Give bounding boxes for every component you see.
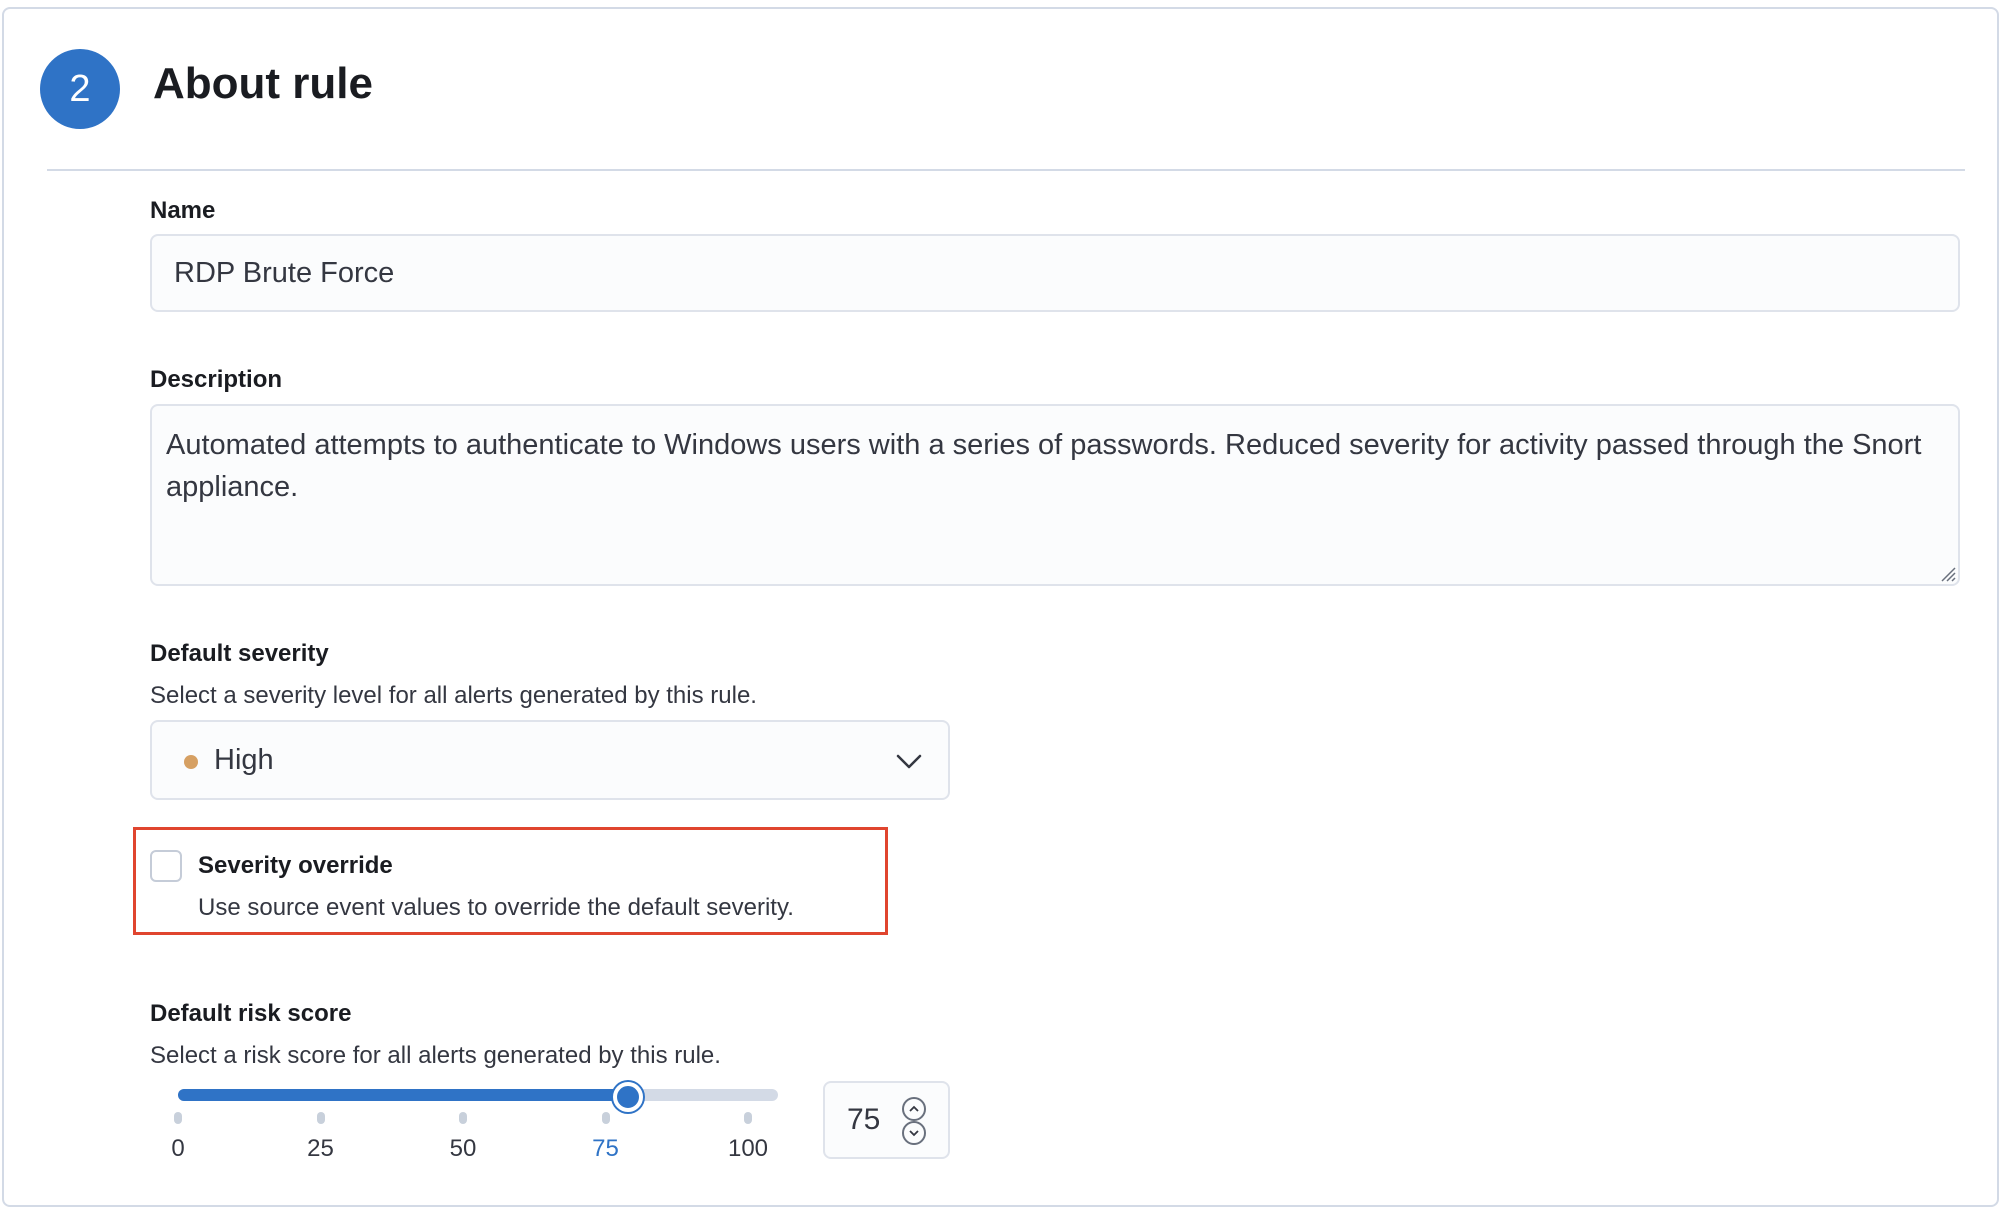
severity-selected-value: High: [214, 744, 274, 776]
resize-grip-icon[interactable]: [1938, 564, 1956, 582]
slider-tick: [316, 1112, 325, 1124]
increment-icon[interactable]: [902, 1097, 926, 1121]
step-title: About rule: [153, 59, 373, 108]
severity-dot-icon: [184, 755, 198, 769]
slider-tick: [744, 1112, 752, 1124]
default-severity-label: Default severity: [150, 640, 329, 667]
risk-score-number-input[interactable]: 75: [823, 1081, 950, 1159]
slider-tick-label[interactable]: 0: [171, 1135, 184, 1163]
slider-tick-label[interactable]: 25: [307, 1135, 334, 1163]
name-input[interactable]: [150, 234, 1960, 312]
risk-score-help: Select a risk score for all alerts gener…: [150, 1042, 721, 1069]
risk-score-label: Default risk score: [150, 1000, 352, 1027]
risk-score-slider[interactable]: 0 25 50 75 100: [150, 1080, 790, 1180]
description-textarea[interactable]: [150, 404, 1960, 586]
risk-score-value: 75: [847, 1103, 881, 1136]
slider-thumb[interactable]: [613, 1082, 643, 1112]
step-number-badge: 2: [40, 49, 120, 129]
slider-track[interactable]: [178, 1082, 778, 1112]
slider-tick: [174, 1112, 182, 1124]
divider: [47, 169, 1965, 171]
slider-tick: [601, 1112, 610, 1124]
slider-track-fill: [178, 1089, 628, 1101]
severity-override-checkbox[interactable]: [150, 850, 182, 882]
slider-tick-label[interactable]: 50: [450, 1135, 477, 1163]
slider-tick-label[interactable]: 100: [728, 1135, 768, 1163]
default-severity-help: Select a severity level for all alerts g…: [150, 682, 757, 709]
slider-tick: [459, 1112, 467, 1124]
chevron-down-icon: [896, 754, 922, 769]
description-label: Description: [150, 366, 283, 393]
decrement-icon[interactable]: [902, 1121, 926, 1145]
severity-override-label[interactable]: Severity override: [198, 852, 393, 880]
severity-select[interactable]: High: [150, 720, 950, 800]
severity-override-help: Use source event values to override the …: [198, 894, 794, 921]
slider-tick-label[interactable]: 75: [592, 1135, 619, 1163]
name-label: Name: [150, 197, 216, 224]
